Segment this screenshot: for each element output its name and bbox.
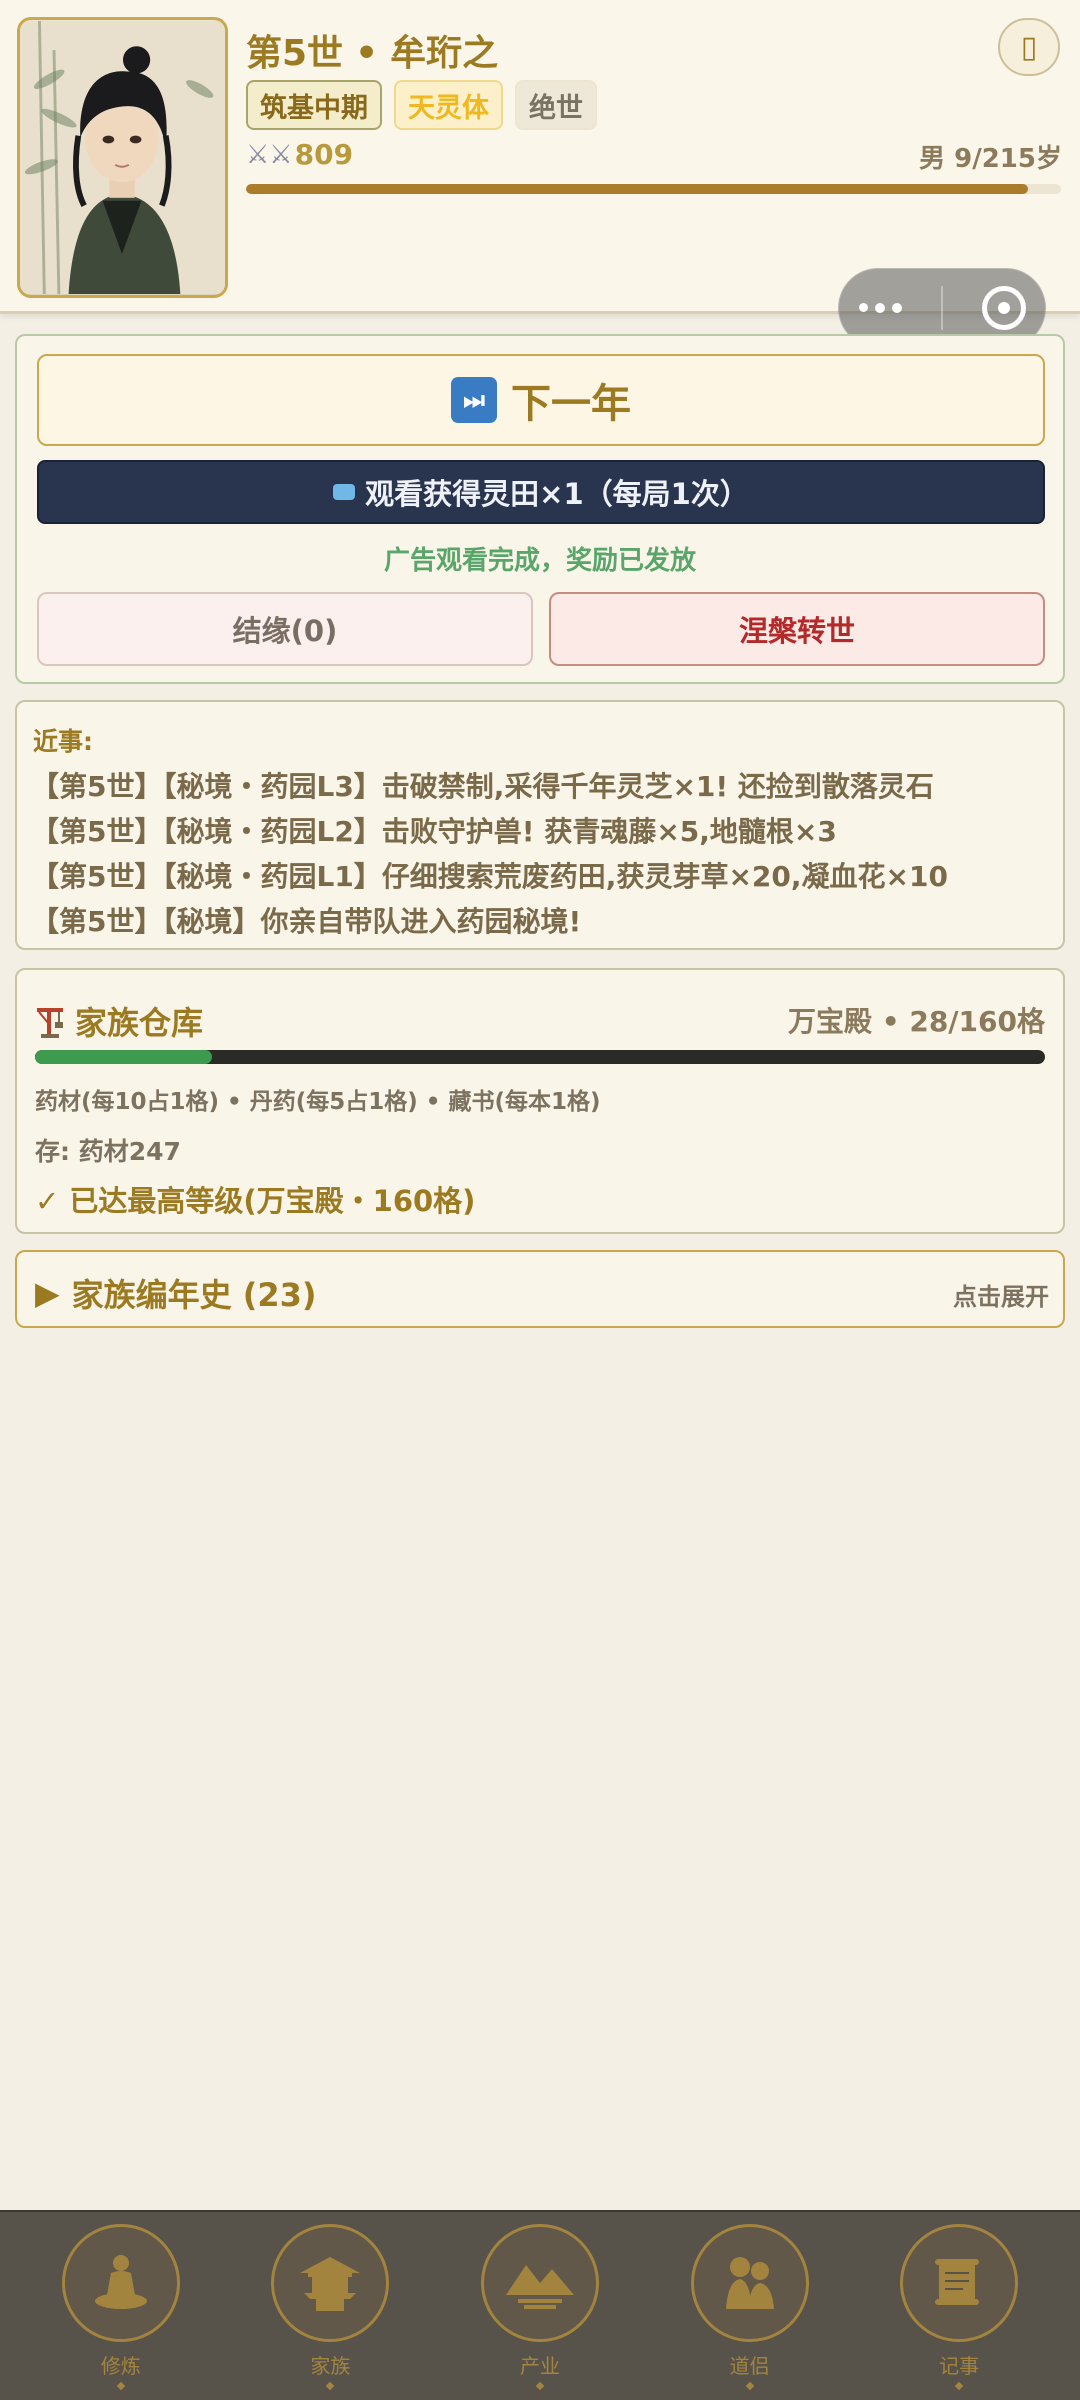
realm-tag: 筑基中期 bbox=[246, 80, 382, 130]
tab-label: 道侣 bbox=[729, 2353, 770, 2378]
storage-title: 家族仓库 bbox=[75, 1004, 204, 1042]
body-type-tag: 天灵体 bbox=[394, 80, 503, 130]
character-title: 第5世 • 牟珩之 bbox=[246, 24, 498, 76]
tab-records[interactable]: 记事 bbox=[859, 2216, 1059, 2396]
close-miniprogram-icon[interactable] bbox=[981, 286, 1026, 330]
tab-label: 修炼 bbox=[100, 2353, 141, 2378]
character-tags: 筑基中期 天灵体 绝世 bbox=[246, 80, 597, 130]
portrait-image bbox=[20, 20, 225, 295]
tv-icon bbox=[333, 484, 356, 500]
recent-events-panel: 近事: 【第5世】【秘境・药园L3】击破禁制,采得千年灵芝×1! 还捡到散落灵石… bbox=[15, 700, 1065, 950]
marry-button[interactable]: 结缘(0) bbox=[37, 592, 533, 666]
crossed-swords-icon: ⚔⚔ bbox=[246, 139, 293, 170]
tab-partner[interactable]: 道侣 bbox=[650, 2216, 850, 2396]
lifespan-bar bbox=[246, 184, 1061, 194]
couple-icon bbox=[690, 2223, 809, 2342]
chronicle-expand-hint: 点击展开 bbox=[953, 1283, 1049, 1311]
watch-ad-button[interactable]: 观看获得灵田×1（每局1次） bbox=[37, 460, 1045, 524]
rebirth-button[interactable]: 涅槃转世 bbox=[549, 592, 1045, 666]
character-name: 牟珩之 bbox=[390, 33, 499, 74]
list-item: 【第5世】【秘境・药园L1】仔细搜索荒废药田,获灵芽草×20,凝血花×10 bbox=[31, 860, 948, 893]
lifespan-bar-fill bbox=[246, 184, 1029, 194]
tab-cultivate[interactable]: 修炼 bbox=[21, 2216, 221, 2396]
storage-rules: 药材(每10占1格) • 丹药(每5占1格) • 藏书(每本1格) bbox=[35, 1089, 601, 1115]
family-storage-panel: 家族仓库 万宝殿 • 28/160格 药材(每10占1格) • 丹药(每5占1格… bbox=[15, 968, 1065, 1234]
tab-dot bbox=[116, 2381, 126, 2390]
scroll-icon bbox=[900, 2223, 1019, 2342]
watch-ad-label: 观看获得灵田×1（每局1次） bbox=[365, 477, 749, 511]
talent-tag: 绝世 bbox=[515, 80, 597, 130]
more-options-icon[interactable] bbox=[858, 303, 902, 313]
menu-icon: ▯ bbox=[1020, 29, 1038, 65]
fast-forward-icon: ⏭ bbox=[451, 377, 497, 423]
next-year-label: 下一年 bbox=[511, 381, 631, 427]
storage-header: 家族仓库 bbox=[35, 998, 203, 1044]
gender-age: 男 9/215岁 bbox=[919, 144, 1062, 174]
list-item: 【第5世】【秘境・药园L2】击败守护兽! 获青魂藤×5,地髓根×3 bbox=[31, 815, 837, 848]
tab-family[interactable]: 家族 bbox=[230, 2216, 430, 2396]
character-header: 第5世 • 牟珩之 ▯ 筑基中期 天灵体 绝世 ⚔⚔ 809 男 9/215岁 bbox=[0, 0, 1080, 314]
tab-industry[interactable]: 产业 bbox=[440, 2216, 640, 2396]
storage-capacity-fill bbox=[35, 1050, 212, 1064]
chronicle-title: ▶ 家族编年史 (23) bbox=[35, 1270, 317, 1316]
crane-icon bbox=[37, 1008, 63, 1038]
storage-capacity: 万宝殿 • 28/160格 bbox=[787, 1005, 1045, 1038]
landscape-icon bbox=[480, 2223, 599, 2342]
combat-power-value: 809 bbox=[294, 138, 354, 171]
character-portrait[interactable] bbox=[17, 17, 228, 298]
tab-label: 产业 bbox=[519, 2353, 560, 2378]
next-year-button[interactable]: ⏭ 下一年 bbox=[37, 354, 1045, 446]
generation-label: 第5世 bbox=[246, 33, 344, 74]
combat-power: ⚔⚔ 809 bbox=[246, 138, 353, 171]
menu-button[interactable]: ▯ bbox=[998, 18, 1060, 76]
expand-arrow-icon: ▶ bbox=[35, 1274, 60, 1312]
ad-reward-message: 广告观看完成，奖励已发放 bbox=[383, 546, 696, 576]
chronicle-title-text: 家族编年史 (23) bbox=[71, 1276, 317, 1314]
tab-dot bbox=[745, 2381, 754, 2390]
pavilion-icon bbox=[271, 2223, 390, 2342]
recent-events-list: 【第5世】【秘境・药园L3】击破禁制,采得千年灵芝×1! 还捡到散落灵石 【第5… bbox=[31, 764, 1051, 944]
secondary-actions: 结缘(0) 涅槃转世 bbox=[37, 592, 1045, 666]
tab-label: 家族 bbox=[310, 2353, 351, 2378]
meditation-icon bbox=[61, 2223, 180, 2342]
list-item: 【第5世】【秘境・药园L3】击破禁制,采得千年灵芝×1! 还捡到散落灵石 bbox=[31, 770, 934, 803]
list-item: 【第5世】【秘境】你亲自带队进入药园秘境! bbox=[31, 905, 582, 938]
tab-label: 记事 bbox=[939, 2353, 980, 2378]
storage-max-level: ✓ 已达最高等级(万宝殿・160格) bbox=[35, 1184, 476, 1218]
storage-capacity-bar bbox=[35, 1050, 1045, 1064]
storage-stock: 存: 药材247 bbox=[35, 1137, 181, 1166]
tab-dot bbox=[535, 2381, 545, 2390]
recent-events-title: 近事: bbox=[33, 727, 93, 756]
capsule-divider bbox=[940, 286, 943, 330]
title-separator: • bbox=[355, 33, 379, 74]
tab-dot bbox=[954, 2381, 964, 2390]
tab-dot bbox=[326, 2381, 335, 2390]
actions-panel: ⏭ 下一年 观看获得灵田×1（每局1次） 广告观看完成，奖励已发放 结缘(0) … bbox=[15, 334, 1065, 684]
bottom-tab-bar: 修炼 家族 产业 道侣 记事 bbox=[0, 2210, 1080, 2400]
family-chronicle-toggle[interactable]: ▶ 家族编年史 (23) 点击展开 bbox=[15, 1250, 1065, 1328]
